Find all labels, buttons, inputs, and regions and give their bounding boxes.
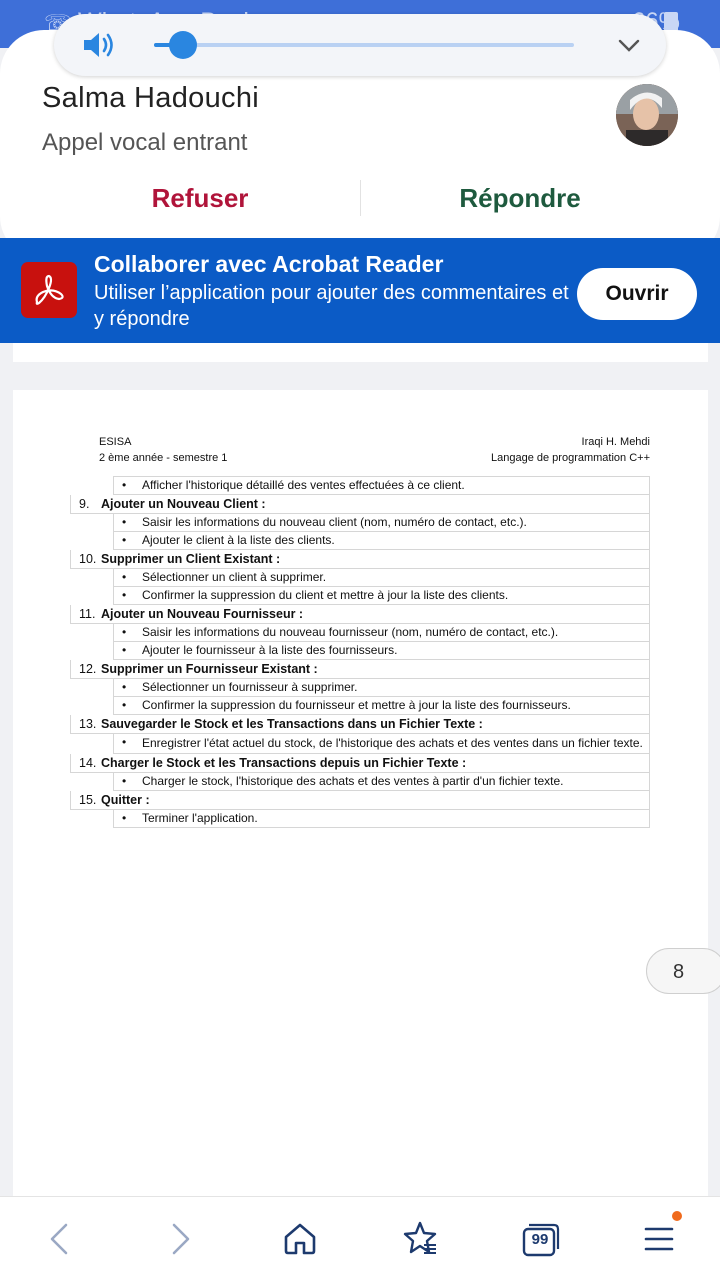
item-title: Charger le Stock et les Transactions dep…: [101, 756, 467, 770]
page-number-indicator[interactable]: 8: [646, 948, 720, 994]
bullet-text: Terminer l'application.: [142, 811, 258, 825]
item-title: Supprimer un Fournisseur Existant :: [101, 662, 318, 676]
item-title: Sauvegarder le Stock et les Transactions…: [101, 717, 483, 731]
doc-header-right: Iraqi H. Mehdi Langage de programmation …: [491, 434, 650, 466]
banner-title: Collaborer avec Acrobat Reader: [94, 251, 444, 277]
home-icon[interactable]: [280, 1219, 320, 1259]
bottom-navigation: 99: [0, 1196, 720, 1280]
doc-header-school: ESISA: [99, 436, 132, 448]
item-number: 12.: [79, 662, 97, 676]
bookmarks-star-icon[interactable]: [400, 1219, 440, 1259]
item-number: 15.: [79, 793, 97, 807]
bullet-text: Afficher l'historique détaillé des vente…: [142, 478, 465, 492]
item-title: Quitter :: [101, 793, 150, 807]
table-row: Afficher l'historique détaillé des vente…: [113, 476, 650, 495]
table-row: 15. Quitter :: [70, 791, 650, 810]
volume-slider-thumb[interactable]: [169, 31, 198, 59]
table-row: 10. Supprimer un Client Existant :: [70, 550, 650, 569]
call-subtitle: Appel vocal entrant: [42, 129, 248, 156]
table-row: Confirmer la suppression du client et me…: [113, 587, 650, 605]
item-title: Ajouter un Nouveau Client :: [101, 497, 266, 511]
table-row: 13. Sauvegarder le Stock et les Transacti…: [70, 715, 650, 734]
forward-icon[interactable]: [160, 1219, 200, 1259]
bullet-text: Sélectionner un client à supprimer.: [142, 570, 327, 584]
caller-name: Salma Hadouchi: [42, 82, 259, 114]
previous-page-edge: [13, 343, 708, 362]
acrobat-logo-icon: [21, 262, 77, 318]
caller-avatar: [616, 84, 678, 146]
tabs-count: 99: [531, 1231, 549, 1248]
bullet-text: Confirmer la suppression du fournisseur …: [142, 698, 571, 712]
open-acrobat-button[interactable]: Ouvrir: [577, 268, 697, 320]
tabs-icon[interactable]: 99: [520, 1219, 560, 1259]
doc-header-author: Iraqi H. Mehdi: [581, 436, 650, 448]
bullet-text: Saisir les informations du nouveau fourn…: [142, 625, 559, 639]
speaker-icon[interactable]: [82, 29, 118, 61]
item-number: 13.: [79, 717, 97, 731]
table-row: Enregistrer l'état actuel du stock, de l…: [113, 734, 650, 754]
table-row: 11. Ajouter un Nouveau Fournisseur :: [70, 605, 650, 624]
button-divider: [360, 180, 361, 216]
back-icon[interactable]: [40, 1219, 80, 1259]
decline-call-button[interactable]: Refuser: [100, 178, 300, 218]
table-row: Saisir les informations du nouveau clien…: [113, 514, 650, 532]
bullet-text: Enregistrer l'état actuel du stock, de l…: [142, 736, 643, 750]
table-row: Ajouter le client à la liste des clients…: [113, 532, 650, 550]
table-row: Saisir les informations du nouveau fourn…: [113, 624, 650, 642]
doc-header-year: 2 ème année - semestre 1: [99, 452, 228, 464]
item-number: 9.: [79, 497, 90, 511]
table-row: Charger le stock, l'historique des achat…: [113, 773, 650, 791]
table-row: 12. Supprimer un Fournisseur Existant :: [70, 660, 650, 679]
volume-slider[interactable]: [154, 31, 574, 59]
menu-icon[interactable]: [640, 1211, 682, 1259]
bullet-text: Ajouter le client à la liste des clients…: [142, 533, 335, 547]
doc-header-left: ESISA 2 ème année - semestre 1: [99, 434, 227, 466]
item-title: Ajouter un Nouveau Fournisseur :: [101, 607, 304, 621]
table-row: Confirmer la suppression du fournisseur …: [113, 697, 650, 715]
chevron-down-icon[interactable]: [616, 32, 642, 58]
bullet-text: Sélectionner un fournisseur à supprimer.: [142, 680, 358, 694]
table-row: Ajouter le fournisseur à la liste des fo…: [113, 642, 650, 660]
bullet-text: Confirmer la suppression du client et me…: [142, 588, 509, 602]
pdf-page: ESISA 2 ème année - semestre 1 Iraqi H. …: [13, 390, 708, 1200]
item-number: 10.: [79, 552, 97, 566]
item-number: 14.: [79, 756, 97, 770]
item-title: Supprimer un Client Existant :: [101, 552, 281, 566]
notification-dot: [672, 1211, 682, 1221]
table-row: 9. Ajouter un Nouveau Client :: [70, 495, 650, 514]
table-row: Sélectionner un client à supprimer.: [113, 569, 650, 587]
table-row: 14. Charger le Stock et les Transactions …: [70, 754, 650, 773]
item-number: 11.: [79, 607, 96, 621]
bullet-text: Saisir les informations du nouveau clien…: [142, 515, 527, 529]
volume-panel: [54, 14, 666, 76]
menu-options-table: Afficher l'historique détaillé des vente…: [70, 476, 650, 828]
table-row: Sélectionner un fournisseur à supprimer.: [113, 679, 650, 697]
banner-text: Utiliser l’application pour ajouter des …: [94, 282, 569, 330]
answer-call-button[interactable]: Répondre: [420, 178, 620, 218]
table-row: Terminer l'application.: [113, 810, 650, 828]
bullet-text: Charger le stock, l'historique des achat…: [142, 774, 564, 788]
doc-header-course: Langage de programmation C++: [491, 452, 650, 464]
bullet-text: Ajouter le fournisseur à la liste des fo…: [142, 643, 398, 657]
